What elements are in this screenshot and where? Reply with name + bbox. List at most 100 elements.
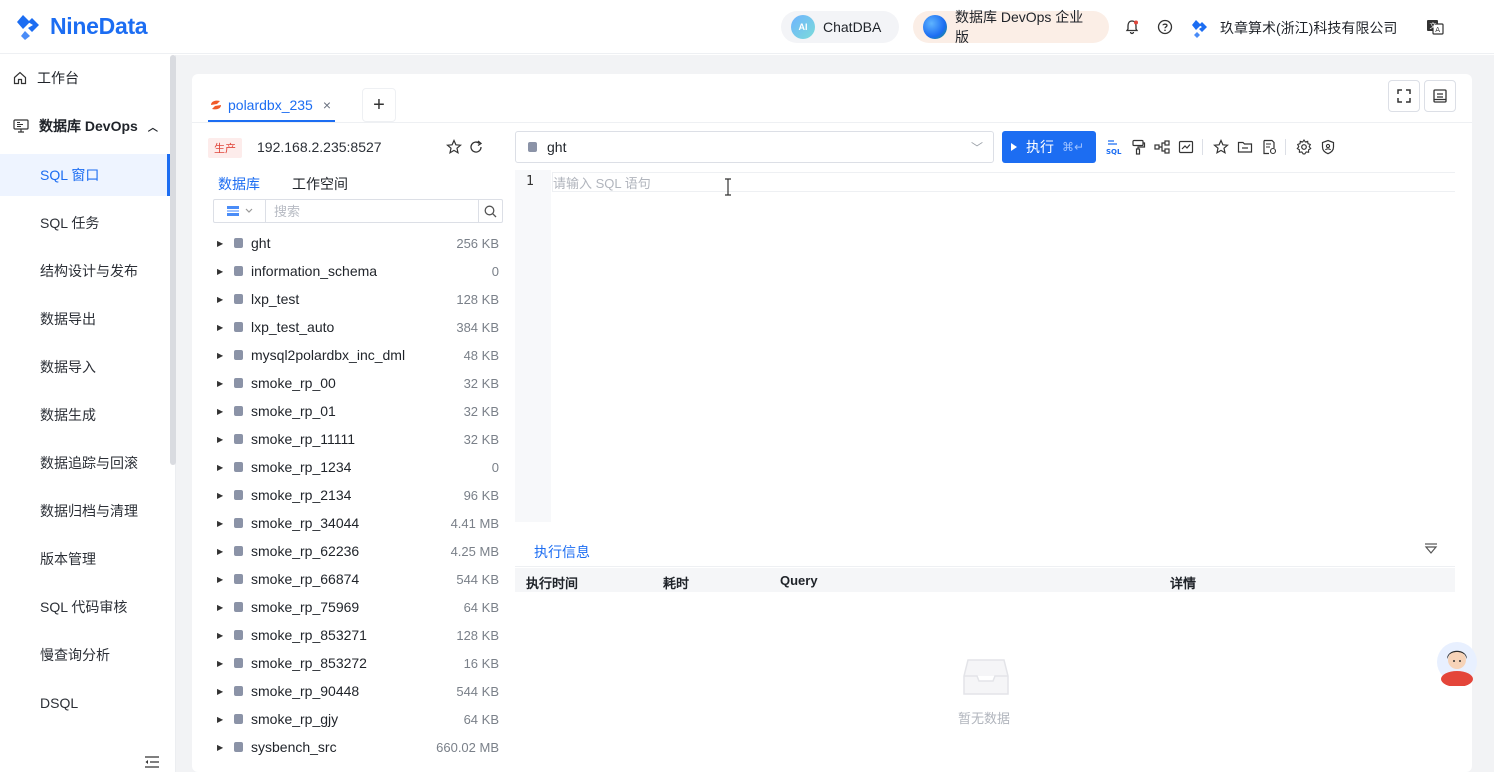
run-button[interactable]: 执行 ⌘↵ [1002,131,1096,163]
column-header[interactable]: 耗时 [663,573,689,592]
add-tab-button[interactable]: + [362,88,396,122]
caret-right-icon[interactable]: ▶ [217,267,229,276]
caret-right-icon[interactable]: ▶ [217,743,229,752]
tab-polardbx[interactable]: polardbx_235 × [208,90,336,122]
caret-right-icon[interactable]: ▶ [217,519,229,528]
sql-editor[interactable] [515,170,1455,522]
globe-icon [923,15,947,39]
sidebar-item-sql-review[interactable]: SQL 代码审核 [0,586,170,628]
execution-plan-icon[interactable] [1153,138,1171,156]
db-tree-item[interactable]: ▶ lxp_test 128 KB [208,285,502,313]
db-tree-item[interactable]: ▶ smoke_rp_01 32 KB [208,397,502,425]
caret-right-icon[interactable]: ▶ [217,323,229,332]
db-tree-item[interactable]: ▶ smoke_rp_75969 64 KB [208,593,502,621]
current-database-select[interactable]: ght ﹀ [515,131,994,163]
db-tree-item[interactable]: ▶ smoke_rp_34044 4.41 MB [208,509,502,537]
folder-icon[interactable] [1236,138,1254,156]
bell-icon[interactable] [1123,18,1141,36]
caret-right-icon[interactable]: ▶ [217,463,229,472]
column-header[interactable]: Query [780,573,818,588]
chatdba-button[interactable]: AI ChatDBA [781,11,899,43]
db-size: 32 KB [463,375,499,391]
sidebar-item-label: SQL 任务 [40,215,100,231]
db-tree-item[interactable]: ▶ smoke_rp_90448 544 KB [208,677,502,705]
sidebar-item-schema-design[interactable]: 结构设计与发布 [0,250,170,292]
caret-right-icon[interactable]: ▶ [217,435,229,444]
db-tree-item[interactable]: ▶ lxp_test_auto 384 KB [208,313,502,341]
search-type-select[interactable] [214,200,266,222]
sidebar-item-data-tracking[interactable]: 数据追踪与回滚 [0,442,170,484]
tab-workspace[interactable]: 工作空间 [292,174,358,198]
text-cursor-icon [725,178,731,196]
tab-exec-info[interactable]: 执行信息 [524,536,600,570]
caret-right-icon[interactable]: ▶ [217,715,229,724]
caret-right-icon[interactable]: ▶ [217,659,229,668]
caret-right-icon[interactable]: ▶ [217,379,229,388]
db-size: 256 KB [456,235,499,251]
db-tree-item[interactable]: ▶ smoke_rp_gjy 64 KB [208,705,502,733]
paint-brush-icon[interactable] [1129,138,1147,156]
db-tree-item[interactable]: ▶ information_schema 0 [208,257,502,285]
sidebar-item-sql-task[interactable]: SQL 任务 [0,202,170,244]
db-tree-item[interactable]: ▶ ght 256 KB [208,229,502,257]
language-icon[interactable]: 文A [1426,18,1444,36]
security-shield-icon[interactable] [1319,138,1337,156]
db-tree-item[interactable]: ▶ smoke_rp_853271 128 KB [208,621,502,649]
sidebar-section-devops[interactable]: 数据库 DevOps ︿ [0,102,170,150]
database-icon [234,294,243,304]
db-tree-item[interactable]: ▶ smoke_rp_11111 32 KB [208,425,502,453]
search-button[interactable] [478,200,502,222]
settings-icon[interactable] [1295,138,1313,156]
sidebar-item-sql-window[interactable]: SQL 窗口 [0,154,170,196]
caret-right-icon[interactable]: ▶ [217,631,229,640]
assistant-avatar[interactable] [1436,640,1478,686]
db-tree-item[interactable]: ▶ sysbench_src 660.02 MB [208,733,502,761]
caret-right-icon[interactable]: ▶ [217,407,229,416]
db-tree-item[interactable]: ▶ mysql2polardbx_inc_dml 48 KB [208,341,502,369]
db-tree-item[interactable]: ▶ smoke_rp_66874 544 KB [208,565,502,593]
devops-edition-button[interactable]: 数据库 DevOps 企业版 [913,9,1109,45]
ninedata-logo[interactable]: NineData [16,12,148,40]
sidebar-item-data-generate[interactable]: 数据生成 [0,394,170,436]
layout-icon [1433,89,1447,103]
column-header[interactable]: 详情 [1170,573,1196,592]
sidebar-item-data-export[interactable]: 数据导出 [0,298,170,340]
company-switcher[interactable]: 玖章算术(浙江)科技有限公司 [1190,18,1397,38]
sidebar-item-slow-query[interactable]: 慢查询分析 [0,634,170,676]
star-icon[interactable] [446,139,462,155]
favorite-icon[interactable] [1212,138,1230,156]
history-icon[interactable] [1260,138,1278,156]
caret-right-icon[interactable]: ▶ [217,603,229,612]
caret-right-icon[interactable]: ▶ [217,295,229,304]
caret-right-icon[interactable]: ▶ [217,491,229,500]
format-sql-icon[interactable]: SQL [1105,138,1123,156]
sidebar-item-dsql[interactable]: DSQL [0,682,170,724]
refresh-icon[interactable] [468,139,484,155]
help-icon[interactable] [1156,18,1174,36]
db-tree-item[interactable]: ▶ smoke_rp_853272 16 KB [208,649,502,677]
layout-button[interactable] [1424,80,1456,112]
fullscreen-button[interactable] [1388,80,1420,112]
sidebar-collapse-icon[interactable] [144,755,160,769]
caret-right-icon[interactable]: ▶ [217,575,229,584]
sidebar-item-data-archive[interactable]: 数据归档与清理 [0,490,170,532]
sidebar-item-data-import[interactable]: 数据导入 [0,346,170,388]
current-database-label: ght [547,139,567,155]
caret-right-icon[interactable]: ▶ [217,239,229,248]
sidebar-item-version-management[interactable]: 版本管理 [0,538,170,580]
caret-right-icon[interactable]: ▶ [217,687,229,696]
caret-right-icon[interactable]: ▶ [217,351,229,360]
tab-databases[interactable]: 数据库 [208,174,270,198]
db-tree-item[interactable]: ▶ smoke_rp_00 32 KB [208,369,502,397]
db-tree-item[interactable]: ▶ smoke_rp_62236 4.25 MB [208,537,502,565]
chart-icon[interactable] [1177,138,1195,156]
close-icon[interactable]: × [323,97,331,113]
collapse-panel-icon[interactable] [1424,542,1438,556]
column-header[interactable]: 执行时间 [526,573,578,592]
db-tree-item[interactable]: ▶ smoke_rp_1234 0 [208,453,502,481]
db-tree-item[interactable]: ▶ smoke_rp_2134 96 KB [208,481,502,509]
sidebar-item-workbench[interactable]: 工作台 [0,54,170,102]
caret-right-icon[interactable]: ▶ [217,547,229,556]
search-input[interactable] [266,200,478,222]
sql-input[interactable]: 请输入 SQL 语句 [552,172,1455,192]
